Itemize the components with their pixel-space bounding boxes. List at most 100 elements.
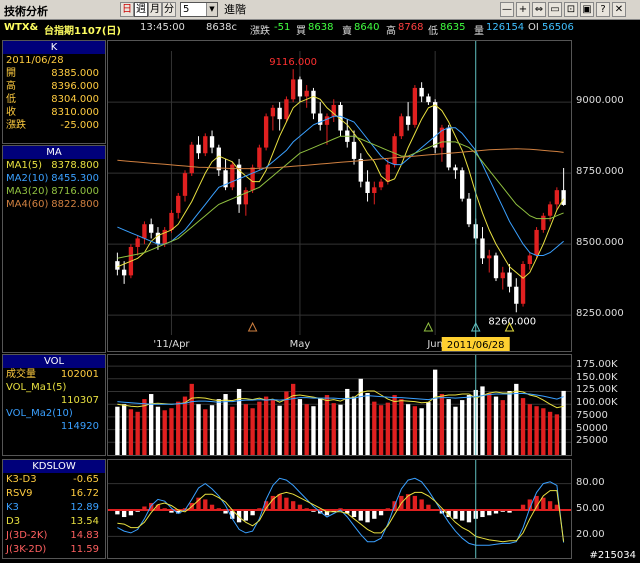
candle-body: [514, 286, 519, 304]
candle: [196, 136, 201, 159]
zoom-in-button[interactable]: +: [516, 2, 530, 17]
volume-bar: [392, 395, 397, 455]
candle: [257, 144, 262, 171]
kd-row: K3-D3 -0.65: [3, 473, 105, 487]
volume-bar: [182, 396, 188, 455]
zoom-out-button[interactable]: —: [500, 2, 514, 17]
candle-body: [257, 147, 262, 168]
close-button[interactable]: ✕: [612, 2, 626, 17]
volume-bar: [446, 399, 451, 455]
ma-row-label: MA2(10): [6, 173, 49, 184]
candle: [182, 170, 188, 202]
kd-row: D3 13.54: [3, 515, 105, 529]
vol-tick-label: 125.00K: [576, 384, 618, 396]
save-icon[interactable]: ▣: [580, 2, 594, 17]
k-row-value: 8310.000: [51, 107, 99, 118]
volume-bar: [547, 411, 553, 455]
x-tick-label: May: [290, 339, 311, 350]
kd-diff-bar: [460, 510, 465, 521]
candle-body: [412, 87, 418, 125]
price-axis: 8250.000 8500.000 8750.000 9000.000: [572, 40, 640, 352]
volume-bar: [223, 394, 228, 455]
candle: [412, 85, 418, 128]
candle-body: [561, 190, 566, 205]
vol-row-label: VOL_Ma2(10): [6, 408, 73, 419]
vol-info-panel: VOL 成交量 102001 VOL_Ma1(5) 110307 VOL_Ma2(…: [2, 354, 106, 456]
candle-body: [392, 136, 397, 165]
price-tick-label: 8500.000: [576, 237, 624, 249]
kd-diff-bar: [121, 510, 127, 518]
candle-body: [291, 79, 296, 100]
window-button[interactable]: ▭: [548, 2, 562, 17]
volume-chart[interactable]: [107, 354, 572, 456]
price-tick-label: 9000.000: [576, 95, 624, 107]
candle-body: [297, 79, 303, 97]
chevron-down-icon[interactable]: ▼: [206, 3, 217, 16]
volume-bar: [176, 401, 181, 455]
help-button[interactable]: ?: [596, 2, 610, 17]
low-label: 低: [428, 26, 438, 37]
volume-bar: [203, 409, 208, 455]
candle: [216, 144, 221, 176]
candle: [297, 76, 303, 103]
candle: [487, 249, 492, 273]
timeframe-month-button[interactable]: 月: [148, 2, 162, 17]
volume-bar: [331, 403, 336, 455]
volume-axis: 25000 50000 75000 100.00K 125.00K 150.00K 175.…: [572, 354, 640, 456]
volume-bar: [304, 404, 309, 455]
volume-label: 量: [474, 26, 484, 37]
timeframe-week-button[interactable]: 週: [134, 2, 148, 17]
advanced-button[interactable]: 進階: [224, 2, 252, 17]
candle: [520, 261, 526, 307]
k-row-high: 高 8396.000: [3, 80, 105, 93]
volume-bar: [466, 395, 472, 455]
candle-body: [250, 167, 255, 191]
candle: [115, 252, 120, 276]
volume-bar: [263, 396, 269, 455]
volume-bar: [270, 400, 276, 455]
candle-body: [460, 170, 465, 199]
volume-bar: [162, 410, 167, 455]
kd-diff-bar: [419, 499, 424, 510]
candle-body: [142, 224, 147, 239]
kd-chart[interactable]: [107, 459, 572, 559]
k-row-label: 漲跌: [6, 120, 26, 131]
volume-bar: [514, 383, 519, 455]
k-date-value: 2011/06/28: [6, 55, 64, 66]
pan-button[interactable]: ⇔: [532, 2, 546, 17]
kd-diff-bar: [291, 501, 296, 510]
volume-bar: [243, 404, 249, 455]
layout-button[interactable]: ⊡: [564, 2, 578, 17]
candle-body: [547, 204, 553, 216]
vol-row: VOL_Ma2(10): [3, 407, 105, 420]
kd-info-panel: KDSLOW K3-D3 -0.65 RSV9 16.72 K3 12.89 D3 13…: [2, 459, 106, 559]
timeframe-minute-button[interactable]: 分: [162, 2, 176, 17]
candle-body: [115, 261, 120, 270]
volume-bar: [351, 396, 357, 455]
ma-row-value: 8716.000: [51, 186, 99, 197]
volume-bar: [493, 396, 499, 455]
volume-bar: [399, 399, 404, 455]
vol-row-label: 成交量: [6, 369, 36, 380]
volume-bar: [460, 400, 465, 455]
volume-bar: [554, 414, 560, 455]
timeframe-day-button[interactable]: 日: [120, 2, 134, 17]
volume-bar: [487, 393, 492, 455]
interval-select[interactable]: 5 ▼: [180, 2, 218, 17]
candle: [500, 266, 505, 290]
candle: [331, 99, 336, 122]
kd-diff-bar: [547, 501, 553, 510]
interval-value: 5: [183, 4, 190, 15]
candle-body: [480, 238, 485, 259]
kd-line-d3: [117, 490, 565, 543]
ma-row-value: 8822.800: [51, 199, 99, 210]
candle: [372, 181, 377, 205]
k-row-value: -25.000: [60, 120, 99, 131]
candle-body: [135, 238, 140, 247]
last-price: 8638c: [206, 22, 237, 33]
price-chart[interactable]: '11/Apr May Jun 9116.000 8260.000 2011/06/28: [107, 40, 572, 352]
volume-bar: [297, 399, 303, 455]
volume-bar: [372, 401, 377, 455]
candle: [291, 69, 296, 103]
kd-diff-bar: [480, 510, 485, 518]
